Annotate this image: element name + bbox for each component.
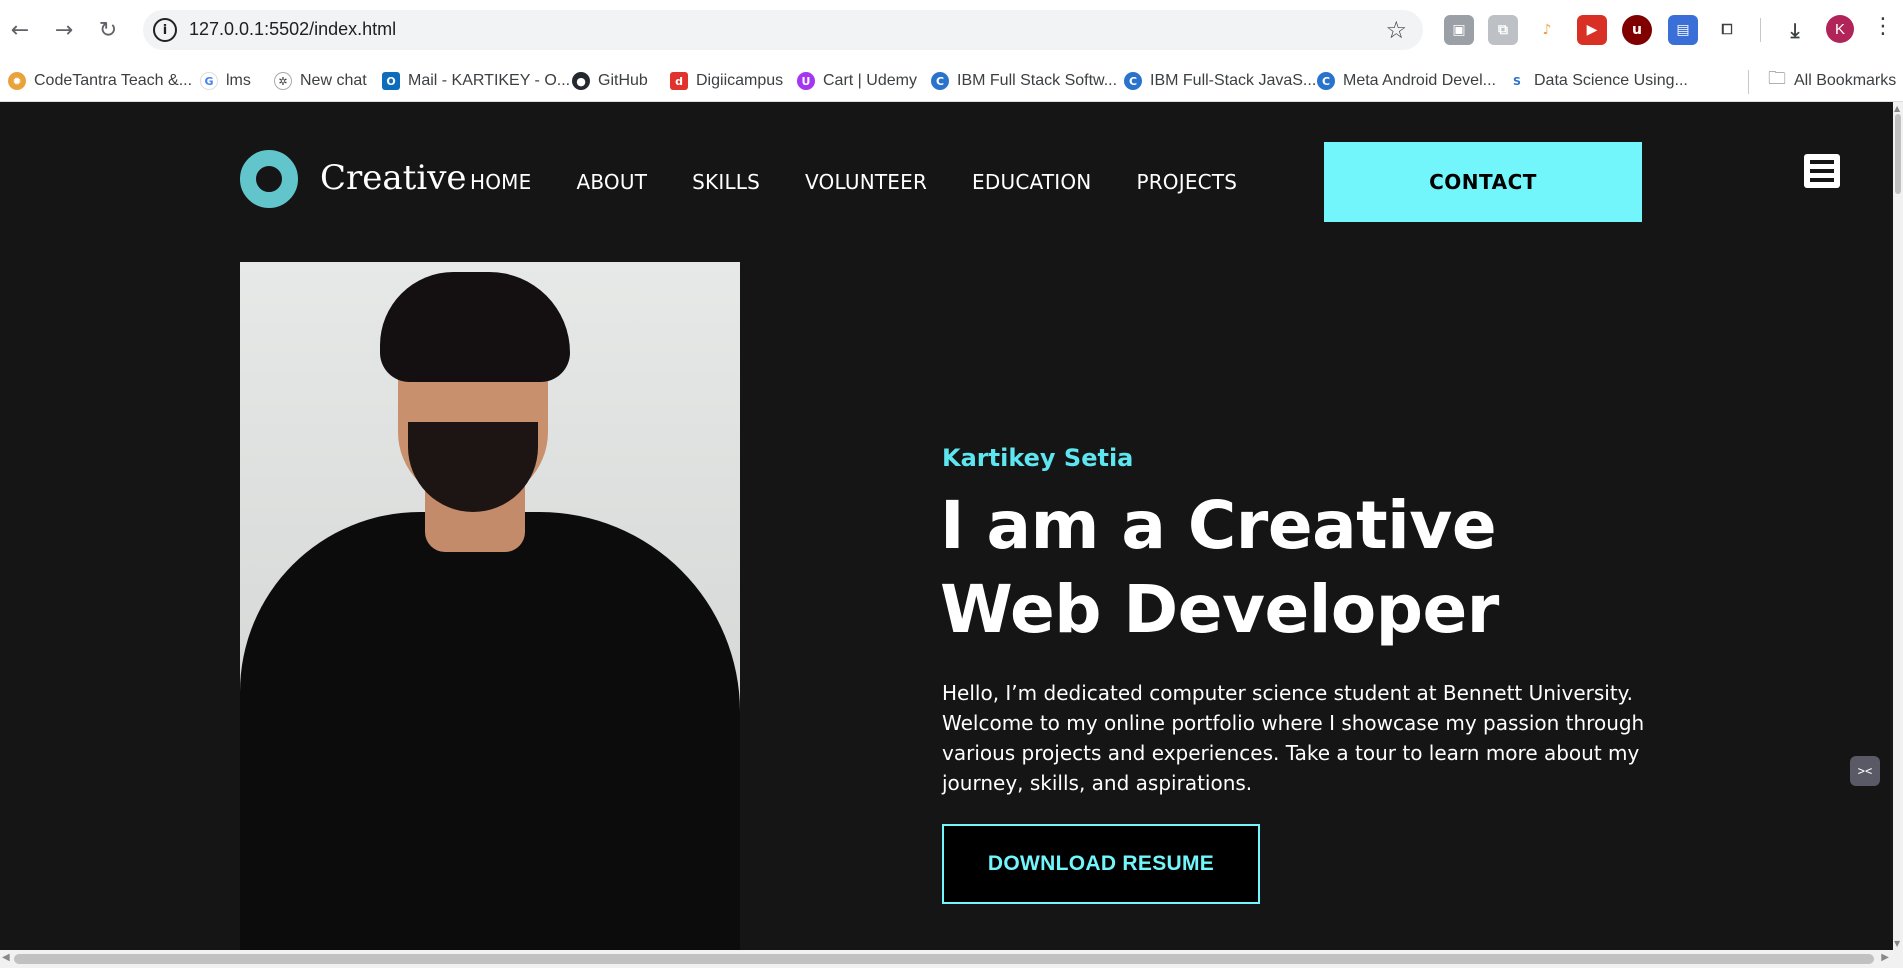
logo-text[interactable]: Creative bbox=[320, 158, 467, 198]
bookmark-item[interactable]: C IBM Full Stack Softw... bbox=[931, 68, 1117, 94]
scroll-down-icon[interactable]: ▼ bbox=[1894, 939, 1900, 948]
google-icon: G bbox=[200, 72, 218, 90]
hero-headline: I am a Creative Web Developer bbox=[940, 484, 1700, 652]
vertical-scroll-thumb[interactable] bbox=[1895, 114, 1901, 194]
browser-menu-icon[interactable]: ⋮ bbox=[1872, 14, 1894, 39]
youtube-extension-icon[interactable]: ▶ bbox=[1577, 15, 1607, 45]
bookmark-item[interactable]: ● GitHub bbox=[572, 68, 648, 94]
forward-arrow-icon[interactable]: → bbox=[48, 14, 80, 46]
nav-skills[interactable]: SKILLS bbox=[692, 170, 760, 194]
bookmark-item[interactable]: ✹ CodeTantra Teach &... bbox=[8, 68, 192, 94]
profile-photo bbox=[240, 262, 740, 950]
ublock-icon[interactable]: u bbox=[1622, 15, 1652, 45]
extension-icon-2[interactable]: ⧉ bbox=[1488, 15, 1518, 45]
github-icon: ● bbox=[572, 72, 590, 90]
coursera-icon: C bbox=[1317, 72, 1335, 90]
bookmark-item[interactable]: O Mail - KARTIKEY - O... bbox=[382, 68, 570, 94]
profile-avatar[interactable]: K bbox=[1826, 15, 1854, 43]
extension-icon-3[interactable]: ♪ bbox=[1532, 15, 1562, 45]
nav-volunteer[interactable]: VOLUNTEER bbox=[805, 170, 927, 194]
bookmark-label: Meta Android Devel... bbox=[1343, 72, 1496, 89]
bookmark-label: Mail - KARTIKEY - O... bbox=[408, 72, 571, 89]
bookmark-label: Cart | Udemy bbox=[823, 72, 917, 89]
bookmark-label: CodeTantra Teach &... bbox=[34, 72, 193, 89]
extension-icon-1[interactable]: ▣ bbox=[1444, 15, 1474, 45]
horizontal-scrollbar[interactable]: ◀ ▶ bbox=[0, 950, 1903, 968]
contact-button[interactable]: CONTACT bbox=[1324, 142, 1642, 222]
nav-about[interactable]: ABOUT bbox=[576, 170, 647, 194]
scroll-up-icon[interactable]: ▲ bbox=[1894, 104, 1900, 113]
headline-line-1: I am a Creative bbox=[940, 487, 1497, 564]
horizontal-scroll-thumb[interactable] bbox=[14, 954, 1874, 964]
udemy-icon: U bbox=[797, 72, 815, 90]
download-icon[interactable]: ⤓ bbox=[1780, 15, 1810, 45]
coursera-icon: C bbox=[1124, 72, 1142, 90]
bookmark-label: Data Science Using... bbox=[1534, 72, 1688, 89]
main-nav: HOME ABOUT SKILLS VOLUNTEER EDUCATION PR… bbox=[470, 170, 1282, 194]
url-text[interactable]: 127.0.0.1:5502/index.html bbox=[189, 19, 396, 40]
photo-jacket bbox=[240, 512, 740, 950]
scroll-right-icon[interactable]: ▶ bbox=[1881, 952, 1889, 963]
bookmark-item[interactable]: S Data Science Using... bbox=[1508, 68, 1688, 94]
outlook-icon: O bbox=[382, 72, 400, 90]
coursera-icon: C bbox=[931, 72, 949, 90]
bookmark-label: IBM Full Stack Softw... bbox=[957, 72, 1118, 89]
photo-hair bbox=[380, 272, 570, 382]
bookmark-item[interactable]: C IBM Full-Stack JavaS... bbox=[1124, 68, 1316, 94]
browser-toolbar: ← → ↻ i 127.0.0.1:5502/index.html ☆ ▣ ⧉ … bbox=[0, 0, 1903, 60]
logo-ring-icon[interactable] bbox=[240, 150, 298, 208]
vertical-scrollbar[interactable]: ▲ ▼ bbox=[1893, 102, 1903, 950]
extension-icon-6[interactable]: ▤ bbox=[1668, 15, 1698, 45]
bookmark-item[interactable]: ✲ New chat bbox=[274, 68, 367, 94]
floating-widget-icon[interactable]: >< bbox=[1850, 756, 1880, 786]
extensions-puzzle-icon[interactable]: ⧠ bbox=[1712, 15, 1742, 45]
site-info-icon[interactable]: i bbox=[153, 18, 177, 42]
address-bar[interactable]: i 127.0.0.1:5502/index.html ☆ bbox=[143, 10, 1423, 50]
bookmark-label: GitHub bbox=[598, 72, 648, 89]
bookmark-label: IBM Full-Stack JavaS... bbox=[1150, 72, 1317, 89]
s-icon: S bbox=[1508, 72, 1526, 90]
bookmark-item[interactable]: U Cart | Udemy bbox=[797, 68, 917, 94]
all-bookmarks-button[interactable]: 🗀 All Bookmarks bbox=[1768, 68, 1896, 94]
bookmark-item[interactable]: C Meta Android Devel... bbox=[1317, 68, 1496, 94]
toolbar-separator bbox=[1760, 18, 1761, 42]
back-arrow-icon[interactable]: ← bbox=[4, 14, 36, 46]
portfolio-page: Creative HOME ABOUT SKILLS VOLUNTEER EDU… bbox=[0, 102, 1893, 950]
bookmark-label: lms bbox=[226, 72, 251, 89]
openai-icon: ✲ bbox=[274, 72, 292, 90]
bookmarks-bar: ✹ CodeTantra Teach &... Glms ✲ New chat OM… bbox=[0, 60, 1903, 102]
bookmark-item[interactable]: Glms bbox=[200, 68, 251, 94]
download-resume-button[interactable]: DOWNLOAD RESUME bbox=[942, 824, 1260, 904]
hero-name: Kartikey Setia bbox=[942, 444, 1134, 472]
scroll-left-icon[interactable]: ◀ bbox=[2, 952, 10, 963]
headline-line-2: Web Developer bbox=[940, 571, 1499, 648]
nav-home[interactable]: HOME bbox=[470, 170, 531, 194]
codetantra-icon: ✹ bbox=[8, 72, 26, 90]
bookmark-item[interactable]: d Digiicampus bbox=[670, 68, 783, 94]
bookmarks-separator bbox=[1748, 70, 1749, 94]
hamburger-menu-icon[interactable] bbox=[1804, 154, 1840, 188]
bookmark-star-icon[interactable]: ☆ bbox=[1385, 16, 1407, 44]
bookmark-label: New chat bbox=[300, 72, 367, 89]
reload-icon[interactable]: ↻ bbox=[92, 14, 124, 46]
all-bookmarks-label: All Bookmarks bbox=[1794, 72, 1897, 89]
nav-projects[interactable]: PROJECTS bbox=[1136, 170, 1237, 194]
folder-icon: 🗀 bbox=[1768, 68, 1786, 89]
hero-bio: Hello, I’m dedicated computer science st… bbox=[942, 681, 1645, 795]
bookmark-label: Digiicampus bbox=[696, 72, 784, 89]
nav-education[interactable]: EDUCATION bbox=[972, 170, 1091, 194]
digiicampus-icon: d bbox=[670, 72, 688, 90]
